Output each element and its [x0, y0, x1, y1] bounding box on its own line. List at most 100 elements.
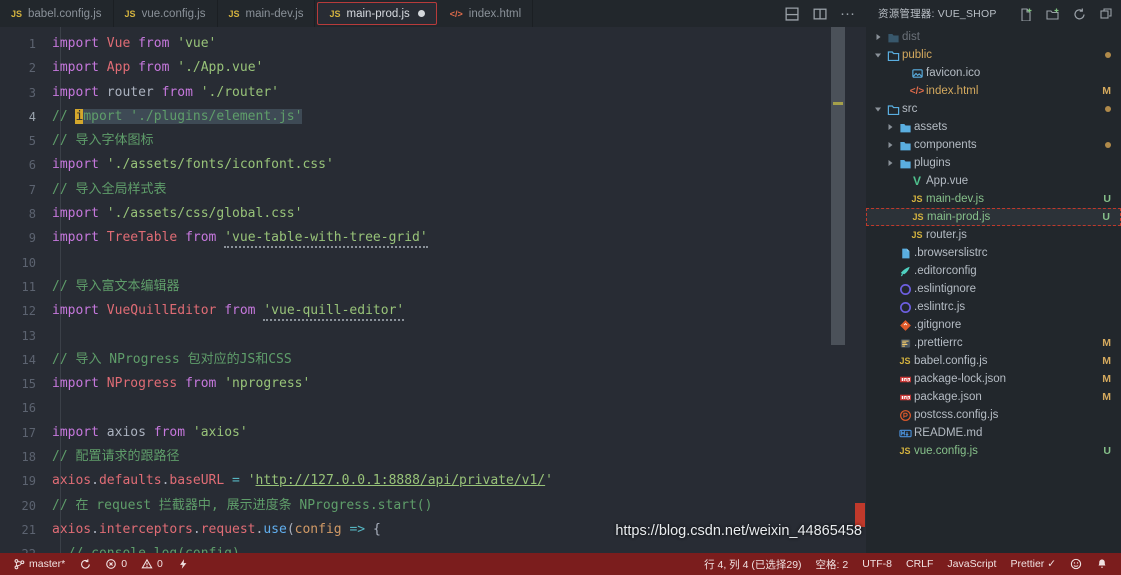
smiley-feedback-status[interactable] [1063, 558, 1089, 570]
file-explorer-tree[interactable]: dist public favicon.ico </> index.html Msrc as… [866, 27, 1121, 553]
code-line[interactable]: 6 import './assets/fonts/iconfont.css' [0, 153, 866, 177]
vscode-window: JS babel.config.js JS vue.config.js JS main-d… [0, 0, 1121, 575]
explorer-item-index-html[interactable]: </> index.html M [866, 82, 1121, 100]
chevron-right-icon [872, 33, 884, 41]
bell-notifications-status[interactable] [1089, 558, 1115, 570]
code-line[interactable]: 20 // 在 request 拦截器中, 展示进度条 NProgress.sta… [0, 494, 866, 518]
code-token: from [138, 60, 170, 76]
explorer-item--gitignore[interactable]: .gitignore [866, 316, 1121, 334]
code-line[interactable]: 15 import NProgress from 'nprogress' [0, 372, 866, 396]
code-line[interactable]: 19 axios.defaults.baseURL = 'http://127.0… [0, 469, 866, 493]
explorer-item--browserslistrc[interactable]: .browserslistrc [866, 244, 1121, 262]
explorer-item-public[interactable]: public [866, 46, 1121, 64]
explorer-item-router-js[interactable]: JS router.js [866, 226, 1121, 244]
code-line[interactable]: 5 // 导入字体图标 [0, 129, 866, 153]
code-token: import [52, 84, 99, 100]
code-line[interactable]: 13 [0, 324, 866, 348]
more-actions-icon[interactable]: ··· [840, 6, 855, 21]
git-branch-status[interactable]: master* [6, 558, 72, 570]
split-editor-right-icon[interactable] [812, 6, 827, 21]
warnings-status[interactable]: 0 [134, 558, 170, 570]
editor-tab-main-prod-js[interactable]: JS main-prod.js [317, 2, 437, 25]
encoding-status[interactable]: UTF-8 [855, 558, 899, 570]
split-editor-down-icon[interactable] [784, 6, 799, 21]
code-line[interactable]: 9 import TreeTable from 'vue-table-with-t… [0, 226, 866, 250]
folder-icon [896, 139, 914, 152]
line-number: 2 [28, 61, 36, 76]
explorer-item-package-lock-json[interactable]: package-lock.json M [866, 370, 1121, 388]
explorer-item-babel-config-js[interactable]: JS babel.config.js M [866, 352, 1121, 370]
prettier-status[interactable]: Prettier ✓ [1003, 558, 1063, 570]
explorer-item-main-dev-js[interactable]: JS main-dev.js U [866, 190, 1121, 208]
code-line[interactable]: 10 [0, 251, 866, 275]
explorer-item-label: assets [914, 121, 948, 133]
editor-tab-main-dev-js[interactable]: JS main-dev.js [217, 0, 316, 27]
explorer-item--prettierrc[interactable]: .prettierrc M [866, 334, 1121, 352]
editor-tab-index-html[interactable]: </> index.html [438, 0, 534, 27]
code-line[interactable]: 8 import './assets/css/global.css' [0, 202, 866, 226]
explorer-item-main-prod-js[interactable]: JS main-prod.js U [866, 208, 1121, 226]
code-token: ( [286, 521, 295, 537]
explorer-item-components[interactable]: components [866, 136, 1121, 154]
code-line[interactable]: 4 // import './plugins/element.js' [0, 105, 866, 129]
scrollbar-thumb[interactable] [831, 27, 845, 345]
explorer-item-label: vue.config.js [914, 445, 978, 457]
code-line[interactable]: 12 import VueQuillEditor from 'vue-quill-… [0, 299, 866, 323]
folder-icon [884, 31, 902, 44]
code-editor[interactable]: 1 import Vue from 'vue' 2 import App from '… [0, 27, 866, 553]
explorer-item--eslintignore[interactable]: .eslintignore [866, 280, 1121, 298]
editor-tab-babel-config-js[interactable]: JS babel.config.js [0, 0, 114, 27]
eslint-icon [896, 301, 914, 314]
explorer-item-vue-config-js[interactable]: JS vue.config.js U [866, 442, 1121, 460]
refresh-explorer-icon[interactable] [1072, 7, 1086, 21]
code-content[interactable]: 1 import Vue from 'vue' 2 import App from '… [0, 27, 866, 553]
status-label: 0 [157, 558, 163, 570]
code-line[interactable]: 16 [0, 396, 866, 420]
bell-icon [1096, 558, 1108, 570]
editor-scrollbar[interactable] [831, 27, 845, 553]
code-line[interactable]: 11 // 导入富文本编辑器 [0, 275, 866, 299]
code-line-content: import './assets/css/global.css' [52, 202, 302, 226]
explorer-item-README-md[interactable]: README.md [866, 424, 1121, 442]
code-line[interactable]: 7 // 导入全局样式表 [0, 178, 866, 202]
errors-status[interactable]: 0 [98, 558, 134, 570]
code-token: 'vue-quill-editor' [263, 303, 405, 322]
code-line[interactable]: 3 import router from './router' [0, 81, 866, 105]
explorer-item-favicon-ico[interactable]: favicon.ico [866, 64, 1121, 82]
code-line[interactable]: 1 import Vue from 'vue' [0, 32, 866, 56]
indentation-status[interactable]: 空格: 2 [809, 557, 856, 572]
explorer-item-label: postcss.config.js [914, 409, 999, 421]
explorer-item-App-vue[interactable]: V App.vue [866, 172, 1121, 190]
explorer-item-plugins[interactable]: plugins [866, 154, 1121, 172]
collapse-all-icon[interactable] [1099, 7, 1113, 21]
explorer-item--editorconfig[interactable]: .editorconfig [866, 262, 1121, 280]
code-token: // 导入字体图标 [52, 133, 154, 149]
liveshare-status[interactable] [170, 558, 196, 570]
sync-status[interactable] [72, 558, 98, 570]
folder-change-dot-icon [1105, 106, 1111, 112]
code-line[interactable]: 2 import App from './App.vue' [0, 56, 866, 80]
cursor-position-status[interactable]: 行 4, 列 4 (已选择29) [697, 557, 808, 572]
code-line[interactable]: 14 // 导入 NProgress 包对应的JS和CSS [0, 348, 866, 372]
editor-tab-vue-config-js[interactable]: JS vue.config.js [113, 0, 218, 27]
new-file-icon[interactable] [1018, 7, 1032, 21]
code-token: 'axios' [192, 424, 248, 440]
explorer-item-src[interactable]: src [866, 100, 1121, 118]
explorer-item--eslintrc-js[interactable]: .eslintrc.js [866, 298, 1121, 316]
language-mode-status[interactable]: JavaScript [940, 558, 1003, 570]
blog-watermark: https://blog.csdn.net/weixin_44865458 [615, 523, 862, 539]
status-label: CRLF [905, 558, 934, 570]
code-line[interactable]: 22 // console.log(config) [0, 542, 866, 553]
new-folder-icon[interactable] [1045, 7, 1059, 21]
code-line[interactable]: 17 import axios from 'axios' [0, 421, 866, 445]
code-line[interactable]: 18 // 配置请求的跟路径 [0, 445, 866, 469]
code-token: VueQuillEditor [106, 303, 217, 319]
explorer-item-postcss-config-js[interactable]: postcss.config.js [866, 406, 1121, 424]
eol-status[interactable]: CRLF [899, 558, 940, 570]
explorer-item-assets[interactable]: assets [866, 118, 1121, 136]
code-token: axios [106, 424, 146, 440]
folder-change-dot-icon [1105, 142, 1111, 148]
explorer-item-dist[interactable]: dist [866, 28, 1121, 46]
explorer-item-package-json[interactable]: package.json M [866, 388, 1121, 406]
